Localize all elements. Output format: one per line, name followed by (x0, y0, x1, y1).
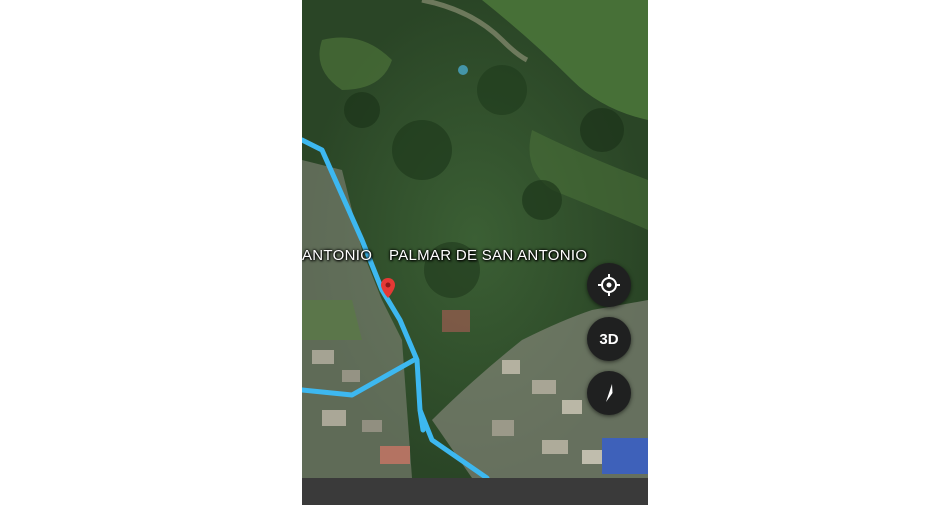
place-label-left[interactable]: ANTONIO (302, 247, 372, 264)
place-label-palmar[interactable]: PALMAR DE SAN ANTONIO (389, 247, 587, 264)
bottom-bar (302, 478, 648, 505)
3d-toggle-button[interactable]: 3D (587, 317, 631, 361)
location-pin-icon[interactable] (381, 278, 395, 298)
compass-button[interactable] (587, 371, 631, 415)
3d-label: 3D (599, 330, 619, 348)
phone-screen: ANTONIO PALMAR DE SAN ANTONIO 3D (302, 0, 648, 505)
compass-icon (606, 384, 613, 402)
my-location-icon (598, 274, 620, 296)
my-location-button[interactable] (587, 263, 631, 307)
